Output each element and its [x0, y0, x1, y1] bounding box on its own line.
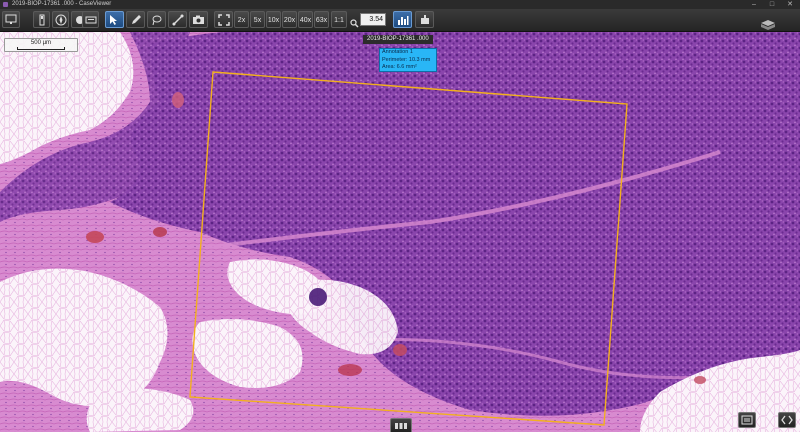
slide-list-button[interactable]	[738, 412, 756, 428]
scale-bar-line	[17, 47, 65, 50]
zoom-1to1-button[interactable]: 1:1	[331, 11, 347, 28]
slide-label-button[interactable]	[82, 11, 99, 28]
pen-tool-button[interactable]	[126, 11, 145, 28]
zoom-5x-button[interactable]: 5x	[250, 11, 265, 28]
magnifier-icon	[350, 15, 359, 33]
histogram-button[interactable]	[393, 11, 412, 28]
title-bar: 2019-BIOP-17361 .000 - CaseViewer – □ ✕	[0, 0, 800, 9]
chevrons-icon	[781, 415, 793, 425]
snapshot-button[interactable]	[189, 11, 208, 28]
bar-chart-icon	[397, 16, 408, 25]
scale-bar-label: 500 µm	[30, 40, 52, 46]
zoom-10x-button[interactable]: 10x	[266, 11, 281, 28]
zoom-level-input[interactable]	[360, 13, 386, 26]
main-toolbar: 2x 5x 10x 20x 40x 63x 1:1 3DHISTECH	[0, 9, 800, 37]
lasso-icon	[152, 15, 161, 26]
pan-tool-button[interactable]	[105, 11, 124, 28]
zoom-2x-button[interactable]: 2x	[234, 11, 249, 28]
annotation-perimeter: Perimeter: 10.3 mm	[382, 56, 431, 63]
sidebar-toggle-button[interactable]	[778, 412, 796, 428]
freehand-tool-button[interactable]	[147, 11, 166, 28]
monitor-button[interactable]	[2, 11, 20, 28]
maximize-button[interactable]: □	[764, 0, 780, 9]
list-icon	[741, 415, 753, 425]
monitor-icon	[5, 14, 17, 24]
minimize-button[interactable]: –	[746, 0, 762, 9]
plugin-button[interactable]	[415, 11, 434, 28]
zoom-63x-button[interactable]: 63x	[314, 11, 329, 28]
annotation-slide-label: 2019-BIOP-17361 .000	[363, 35, 433, 44]
puzzle-icon	[420, 15, 429, 24]
scale-bar: 500 µm	[4, 38, 78, 52]
window-title: 2019-BIOP-17361 .000 - CaseViewer	[12, 1, 112, 7]
pen-icon	[131, 15, 141, 24]
compass-icon	[55, 14, 66, 26]
measure-icon	[171, 14, 184, 26]
thumbnail-strip-toggle[interactable]	[390, 418, 412, 432]
close-button[interactable]: ✕	[782, 0, 798, 9]
tissue-image	[0, 32, 800, 432]
measure-tool-button[interactable]	[168, 11, 187, 28]
annotation-name: Annotation 1	[382, 49, 413, 55]
app-icon	[3, 2, 8, 7]
zoom-20x-button[interactable]: 20x	[282, 11, 297, 28]
annotation-info-box[interactable]: Annotation 1 Perimeter: 10.3 mm Area: 6.…	[379, 48, 437, 72]
zoom-40x-button[interactable]: 40x	[298, 11, 313, 28]
fullscreen-button[interactable]	[214, 11, 233, 28]
keyboard-icon	[85, 16, 96, 24]
fullscreen-icon	[217, 14, 230, 26]
camera-icon	[193, 15, 204, 24]
navigator-button[interactable]	[52, 11, 69, 28]
thumbnails-icon	[395, 423, 407, 429]
slide-viewport[interactable]	[0, 32, 800, 432]
pointer-move-icon	[110, 15, 117, 25]
slide-button[interactable]	[33, 11, 50, 28]
annotation-area: Area: 6.6 mm²	[382, 64, 417, 70]
slide-icon	[39, 14, 44, 26]
